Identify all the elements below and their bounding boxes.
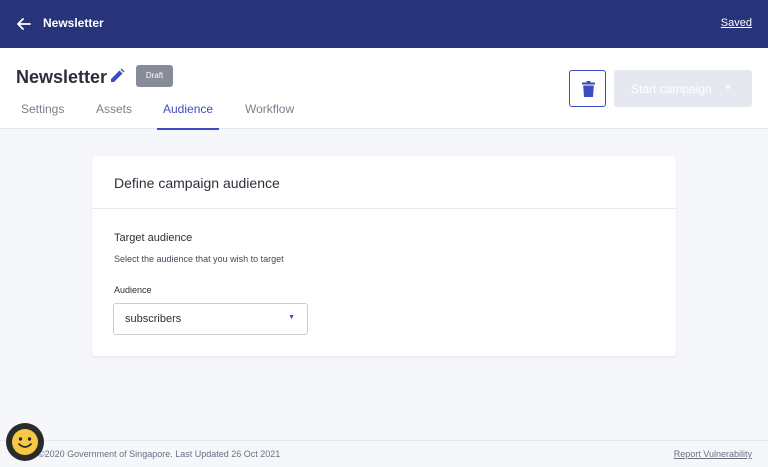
smiley-face-icon (12, 429, 38, 455)
tab-workflow[interactable]: Workflow (245, 102, 294, 116)
tab-settings[interactable]: Settings (21, 102, 64, 116)
audience-select[interactable]: subscribers ▼ (113, 303, 308, 335)
audience-select-value: subscribers (125, 313, 182, 325)
delete-campaign-button[interactable] (569, 70, 606, 107)
report-vulnerability-link[interactable]: Report Vulnerability (674, 449, 752, 459)
arrow-left-icon[interactable] (17, 14, 33, 34)
section-description: Select the audience that you wish to tar… (114, 254, 284, 264)
tab-audience[interactable]: Audience (163, 102, 213, 116)
card-divider (92, 208, 676, 209)
trash-icon (582, 81, 595, 97)
chevron-down-icon: ▼ (724, 83, 732, 92)
status-badge: Draft (136, 65, 173, 87)
start-campaign-label: Start campaign (631, 82, 712, 96)
topbar-title: Newsletter (43, 16, 104, 30)
start-campaign-button[interactable]: Start campaign ▼ (614, 70, 752, 107)
audience-label: Audience (114, 285, 152, 295)
copyright-text: ©2020 Government of Singapore. Last Upda… (38, 449, 281, 459)
saved-status-link[interactable]: Saved (721, 17, 752, 29)
card-title: Define campaign audience (114, 175, 280, 191)
tab-assets[interactable]: Assets (96, 102, 132, 116)
campaign-title: Newsletter (16, 67, 108, 87)
section-title: Target audience (114, 232, 193, 244)
arrow-left-icon-svg (17, 18, 31, 30)
audience-card: Define campaign audience Target audience… (92, 156, 676, 356)
active-tab-indicator (157, 128, 219, 130)
footer: ©2020 Government of Singapore. Last Upda… (0, 440, 768, 467)
campaign-header: Newsletter Draft Settings Assets Audienc… (0, 48, 768, 130)
pencil-icon[interactable] (109, 68, 125, 84)
top-bar: Newsletter Saved (0, 0, 768, 48)
caret-down-icon: ▼ (288, 314, 295, 321)
feedback-widget-button[interactable] (6, 423, 44, 461)
